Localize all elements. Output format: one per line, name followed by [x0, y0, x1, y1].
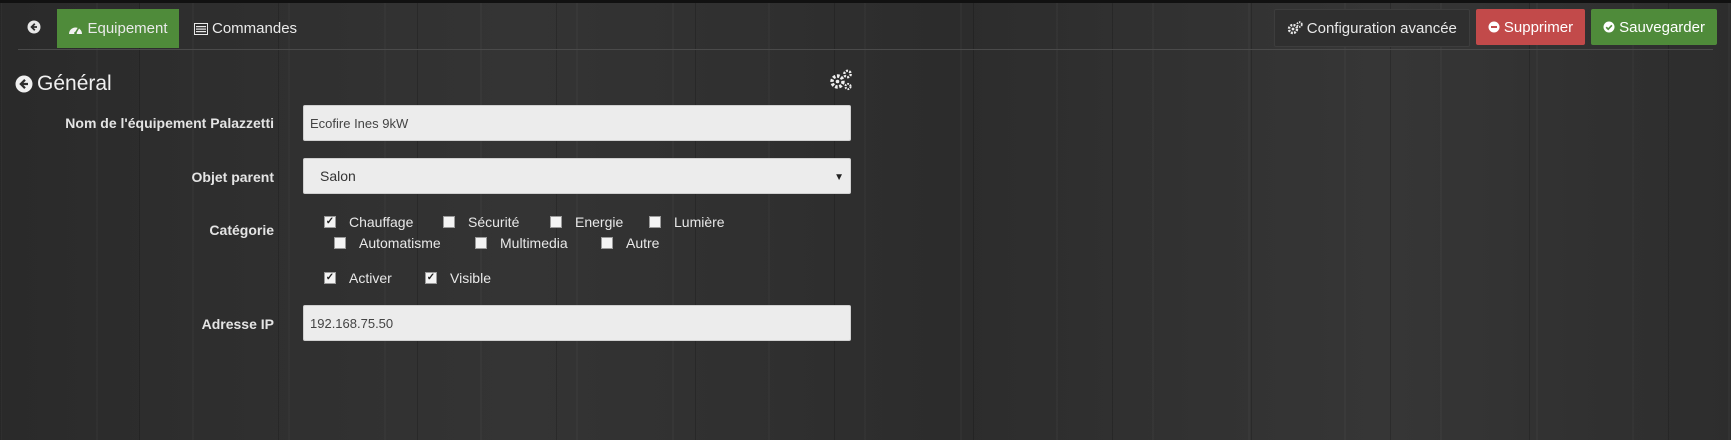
cogs-icon[interactable]: [829, 69, 853, 96]
checkbox-checked-icon: ✓: [324, 216, 336, 228]
section-title[interactable]: Général: [15, 72, 112, 96]
delete-label: Supprimer: [1503, 18, 1574, 36]
activer-checkbox[interactable]: ✓ Activer: [324, 270, 392, 286]
category-lumiere-checkbox[interactable]: Lumière: [649, 214, 725, 230]
arrow-circle-left-icon: [15, 75, 33, 93]
category-securite-checkbox[interactable]: Sécurité: [443, 214, 519, 230]
delete-button[interactable]: Supprimer: [1475, 9, 1586, 45]
tab-equipement[interactable]: Equipement: [57, 9, 179, 48]
minus-circle-icon: [1488, 21, 1500, 33]
parent-object-select[interactable]: Salon ▼: [303, 158, 851, 194]
checkbox-checked-icon: ✓: [324, 272, 336, 284]
tab-equipement-label: Equipement: [87, 20, 168, 37]
list-alt-icon: [194, 22, 208, 35]
window-top-border: [0, 0, 1731, 3]
equipment-name-value: Ecofire Ines 9kW: [310, 115, 409, 131]
equipment-name-input[interactable]: Ecofire Ines 9kW: [303, 105, 851, 141]
category-securite-label: Sécurité: [468, 214, 520, 230]
tab-commandes[interactable]: Commandes: [194, 9, 297, 48]
visible-label: Visible: [450, 270, 491, 286]
equipment-name-label: Nom de l'équipement Palazzetti: [65, 115, 274, 131]
checkbox-empty-icon: [475, 237, 487, 249]
category-automatisme-checkbox[interactable]: Automatisme: [334, 235, 441, 251]
checkbox-empty-icon: [550, 216, 562, 228]
visible-checkbox[interactable]: ✓ Visible: [425, 270, 491, 286]
category-label: Catégorie: [209, 222, 274, 238]
activer-label: Activer: [349, 270, 392, 286]
ip-address-input[interactable]: 192.168.75.50: [303, 305, 851, 341]
checkbox-empty-icon: [649, 216, 661, 228]
ip-address-label: Adresse IP: [201, 316, 274, 332]
checkbox-empty-icon: [601, 237, 613, 249]
parent-object-value: Salon: [320, 168, 356, 184]
dashboard-icon: [68, 23, 83, 35]
advanced-config-label: Configuration avancée: [1306, 19, 1457, 37]
save-label: Sauvegarder: [1619, 18, 1705, 36]
check-circle-icon: [1603, 21, 1615, 33]
save-button[interactable]: Sauvegarder: [1591, 9, 1717, 45]
category-chauffage-checkbox[interactable]: ✓ Chauffage: [324, 214, 413, 230]
ip-address-value: 192.168.75.50: [310, 315, 394, 331]
category-multimedia-checkbox[interactable]: Multimedia: [475, 235, 568, 251]
action-buttons: Configuration avancée Supprimer Sauvegar…: [1273, 9, 1717, 47]
checkbox-empty-icon: [334, 237, 346, 249]
caret-down-icon: ▼: [834, 172, 844, 183]
category-automatisme-label: Automatisme: [359, 235, 441, 251]
category-lumiere-label: Lumière: [674, 214, 725, 230]
tab-commandes-label: Commandes: [212, 20, 298, 37]
advanced-config-button[interactable]: Configuration avancée: [1273, 9, 1470, 47]
category-chauffage-label: Chauffage: [349, 214, 414, 230]
cogs-icon: [1287, 21, 1303, 35]
category-autre-label: Autre: [626, 235, 660, 251]
back-tab[interactable]: [18, 9, 50, 48]
category-autre-checkbox[interactable]: Autre: [601, 235, 659, 251]
category-energie-label: Energie: [575, 214, 624, 230]
category-multimedia-label: Multimedia: [500, 235, 568, 251]
arrow-circle-left-icon: [27, 20, 41, 38]
checkbox-empty-icon: [443, 216, 455, 228]
checkbox-checked-icon: ✓: [425, 272, 437, 284]
category-energie-checkbox[interactable]: Energie: [550, 214, 623, 230]
parent-object-label: Objet parent: [191, 169, 274, 185]
section-title-text: Général: [37, 72, 112, 95]
